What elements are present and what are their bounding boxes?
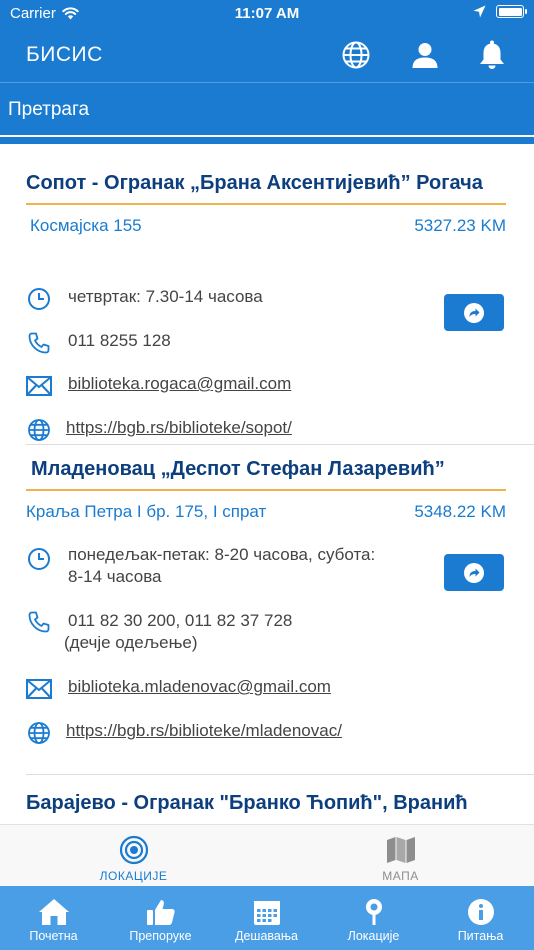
mail-icon <box>26 376 52 396</box>
title-divider <box>26 203 506 205</box>
search-input[interactable] <box>0 83 534 137</box>
website-row: https://bgb.rs/biblioteke/sopot/ <box>26 417 292 443</box>
home-icon <box>38 899 69 925</box>
hours-row: четвртак: 7.30-14 часова <box>26 286 263 312</box>
directions-button[interactable] <box>444 554 504 591</box>
phone-row: 011 8255 128 <box>26 330 171 356</box>
status-right <box>473 5 527 18</box>
location-card: Младеновац „Деспот Стефан Лазаревић” Кра… <box>26 458 506 744</box>
mail-icon <box>26 679 52 699</box>
tab-events[interactable]: Дешавања <box>213 886 320 950</box>
card-separator <box>26 444 534 445</box>
tab-recommendations[interactable]: Препоруке <box>107 886 214 950</box>
phone-number[interactable]: 011 8255 128 <box>68 330 171 352</box>
website-link[interactable]: https://bgb.rs/biblioteke/sopot/ <box>66 417 292 439</box>
location-name: Барајево - Огранак "Бранко Ћопић", Врани… <box>26 792 468 814</box>
clock: 11:07 AM <box>234 5 300 22</box>
search-bar <box>0 82 534 144</box>
tab-label: Препоруке <box>129 929 192 943</box>
location-name: Младеновац „Деспот Стефан Лазаревић” <box>31 458 445 480</box>
view-switch: ЛОКАЦИЈЕ МАПА <box>0 824 534 886</box>
tab-locations-list[interactable]: ЛОКАЦИЈЕ <box>0 825 267 887</box>
language-button[interactable] <box>340 39 372 71</box>
address-row: Космајска 155 5327.23 KM <box>26 216 506 236</box>
phone-icon <box>28 611 50 633</box>
opening-hours-line: понедељак-петак: 8-20 часова, субота: <box>68 545 376 564</box>
tab-locations[interactable]: Локације <box>320 886 427 950</box>
email-link[interactable]: biblioteka.mladenovac@gmail.com <box>68 676 331 698</box>
map-icon <box>386 837 415 863</box>
phone-row: 011 82 30 200, 011 82 37 728 (дечје одељ… <box>26 610 292 654</box>
title-divider <box>26 489 506 491</box>
directions-icon <box>464 562 484 583</box>
directions-button[interactable] <box>444 294 504 331</box>
opening-hours: четвртак: 7.30-14 часова <box>68 287 263 306</box>
tab-questions[interactable]: Питања <box>427 886 534 950</box>
location-arrow-icon <box>473 5 486 18</box>
tab-label: МАПА <box>382 869 419 883</box>
card-separator <box>26 774 534 775</box>
thumbs-up-icon <box>146 900 175 925</box>
location-distance: 5348.22 KM <box>414 502 506 521</box>
tab-label: Дешавања <box>235 929 298 943</box>
tab-home[interactable]: Почетна <box>0 886 107 950</box>
bottom-tab-bar: Почетна Препоруке Дешавања Локације Пита… <box>0 886 534 950</box>
user-icon <box>412 43 438 68</box>
target-icon <box>119 835 148 865</box>
app-title: БИСИС <box>26 43 103 66</box>
tab-map[interactable]: МАПА <box>267 825 534 887</box>
info-icon <box>467 899 494 925</box>
opening-hours: понедељак-петак: 8-20 часова, субота: 8-… <box>68 544 375 588</box>
location-card: Барајево - Огранак "Бранко Ћопић", Врани… <box>26 792 506 815</box>
tab-label: Питања <box>457 929 504 943</box>
email-link[interactable]: biblioteka.rogaca@gmail.com <box>68 373 291 395</box>
website-row: https://bgb.rs/biblioteke/mladenovac/ <box>26 720 342 746</box>
profile-button[interactable] <box>409 39 441 71</box>
email-row: biblioteka.mladenovac@gmail.com <box>26 676 331 702</box>
pin-icon <box>365 899 382 925</box>
location-card: Сопот - Огранак „Брана Аксентијевић” Рог… <box>26 172 506 441</box>
location-distance: 5327.23 KM <box>414 216 506 235</box>
globe-icon <box>28 722 50 744</box>
tab-label: Локације <box>347 929 400 943</box>
email-row: biblioteka.rogaca@gmail.com <box>26 373 291 399</box>
opening-hours-line: 8-14 часова <box>68 567 162 586</box>
website-link[interactable]: https://bgb.rs/biblioteke/mladenovac/ <box>66 720 342 742</box>
globe-icon <box>28 419 50 441</box>
address-row: Краља Петра I бр. 175, I спрат 5348.22 K… <box>26 502 506 522</box>
status-bar: Carrier 11:07 AM <box>0 0 534 28</box>
location-name: Сопот - Огранак „Брана Аксентијевић” Рог… <box>26 172 483 194</box>
phone-icon <box>28 332 50 354</box>
hours-row: понедељак-петак: 8-20 часова, субота: 8-… <box>26 544 375 588</box>
phone-note: (дечје одељење) <box>64 633 198 652</box>
notifications-button[interactable] <box>476 39 508 71</box>
location-address: Краља Петра I бр. 175, I спрат <box>26 502 267 521</box>
app-header: БИСИС <box>0 28 534 82</box>
phone-number[interactable]: 011 82 30 200, 011 82 37 728 <box>68 610 292 632</box>
battery-icon <box>496 5 527 18</box>
globe-icon <box>342 41 370 69</box>
bell-icon <box>480 40 504 69</box>
clock-icon <box>28 288 50 310</box>
directions-icon <box>464 302 484 323</box>
tab-label: Почетна <box>29 929 78 943</box>
calendar-icon <box>253 901 280 925</box>
search-underline <box>0 135 534 137</box>
tab-label: ЛОКАЦИЈЕ <box>99 869 168 883</box>
locations-list[interactable]: Сопот - Огранак „Брана Аксентијевић” Рог… <box>0 144 534 824</box>
phone-info: 011 82 30 200, 011 82 37 728 (дечје одељ… <box>64 610 292 654</box>
clock-icon <box>28 548 50 570</box>
location-address: Космајска 155 <box>30 216 142 235</box>
